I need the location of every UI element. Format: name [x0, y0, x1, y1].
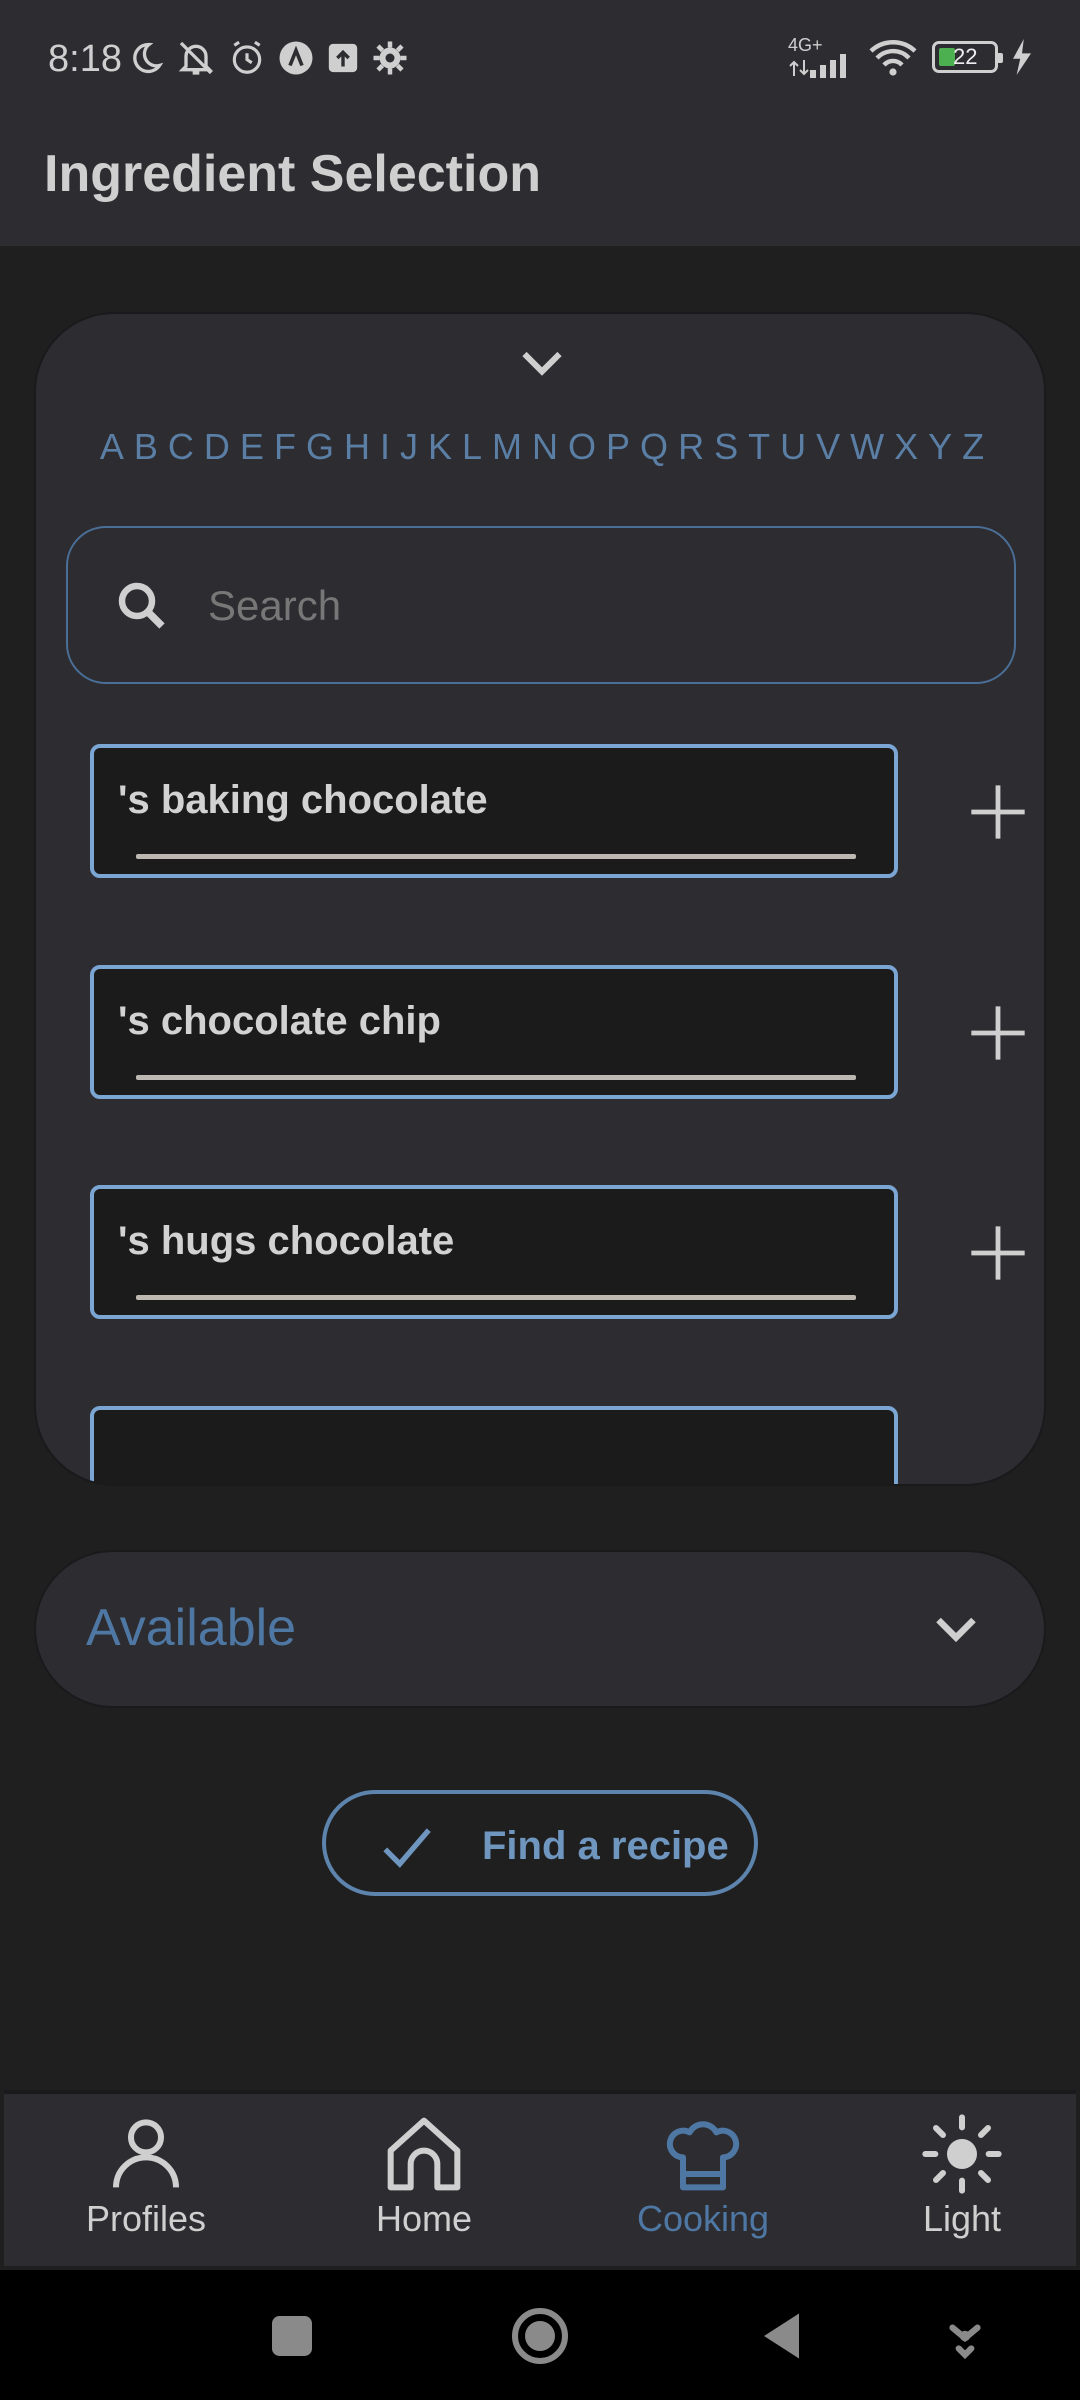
alphabet-letter[interactable]: M — [487, 426, 527, 468]
app-a-icon — [279, 41, 313, 75]
gear-icon — [373, 41, 407, 75]
alarm-icon — [232, 40, 262, 74]
alphabet-letter[interactable]: O — [563, 426, 601, 468]
home-circle-icon[interactable] — [510, 2306, 570, 2366]
alphabet-letter[interactable]: X — [889, 426, 923, 468]
bottom-navigation: Profiles Home Cooking Light — [4, 2090, 1076, 2266]
ingredient-underline — [136, 854, 856, 859]
sun-icon — [922, 2114, 1002, 2194]
alphabet-letter[interactable]: N — [527, 426, 563, 468]
chevron-down-icon — [936, 1617, 976, 1643]
status-icons-left — [128, 38, 408, 78]
alphabet-letter[interactable]: I — [375, 426, 395, 468]
alphabet-letter[interactable]: G — [301, 426, 339, 468]
alphabet-letter[interactable]: R — [673, 426, 709, 468]
alphabet-letter[interactable]: H — [339, 426, 375, 468]
recents-icon[interactable] — [262, 2306, 322, 2366]
search-field[interactable] — [66, 526, 1016, 684]
alphabet-letter[interactable]: T — [743, 426, 775, 468]
list-item: 's hugs chocolate — [36, 1185, 1044, 1325]
battery-indicator: 22 — [932, 41, 1003, 73]
ingredient-label: 's hugs chocolate — [118, 1219, 455, 1263]
ingredient-label: 's baking chocolate — [118, 778, 488, 822]
add-icon[interactable] — [966, 1221, 1030, 1285]
alphabet-letter[interactable]: C — [163, 426, 199, 468]
ingredient-chip[interactable] — [90, 1406, 898, 1484]
alphabet-letter[interactable]: K — [423, 426, 457, 468]
hide-keyboard-icon[interactable] — [940, 2306, 990, 2366]
cell-signal: 4G+ — [788, 36, 854, 78]
alphabet-letter[interactable]: Q — [635, 426, 673, 468]
nav-label-cooking: Cooking — [636, 2198, 770, 2239]
battery-level: 22 — [953, 44, 978, 69]
nav-item-profiles[interactable]: Profiles — [66, 2094, 226, 2270]
alphabet-letter[interactable]: D — [199, 426, 235, 468]
bell-off-icon — [178, 41, 214, 75]
find-recipe-button[interactable]: Find a recipe — [322, 1790, 758, 1896]
ingredient-underline — [136, 1295, 856, 1300]
wifi-icon — [869, 40, 917, 76]
alphabet-letter[interactable]: E — [235, 426, 269, 468]
app-bar: Ingredient Selection — [0, 120, 1080, 246]
add-icon[interactable] — [966, 780, 1030, 844]
ingredient-underline — [136, 1075, 856, 1080]
alphabet-letter[interactable]: B — [129, 426, 163, 468]
check-icon — [383, 1828, 431, 1868]
alphabet-letter[interactable]: W — [845, 426, 889, 468]
alphabet-letter[interactable]: S — [709, 426, 743, 468]
alphabet-letter[interactable]: A — [95, 426, 129, 468]
signal-icon — [789, 54, 846, 78]
collapse-chevron-icon[interactable] — [512, 334, 572, 394]
alphabet-letter[interactable]: F — [269, 426, 301, 468]
ingredient-label: 's chocolate chip — [118, 999, 441, 1043]
alphabet-letter[interactable]: U — [775, 426, 811, 468]
upload-icon — [328, 43, 358, 73]
nav-item-cooking[interactable]: Cooking — [618, 2094, 788, 2270]
ingredient-list[interactable]: 's baking chocolate 's chocolate chip 's… — [36, 744, 1044, 1484]
home-icon — [387, 2117, 461, 2191]
status-time: 8:18 — [48, 38, 122, 80]
ingredient-chip[interactable]: 's hugs chocolate — [90, 1185, 898, 1319]
status-bar: 8:18 4G+ 22 — [0, 0, 1080, 120]
nav-label-light: Light — [922, 2198, 1002, 2239]
chef-hat-icon — [666, 2121, 740, 2191]
ingredient-selection-card: ABCDEFGHIJKLMNOPQRSTUVWXYZ 's baking cho… — [34, 312, 1046, 1486]
find-recipe-label: Find a recipe — [482, 1824, 729, 1868]
list-item: 's baking chocolate — [36, 744, 1044, 884]
nav-item-home[interactable]: Home — [344, 2094, 504, 2270]
alphabet-letter[interactable]: L — [457, 426, 487, 468]
alphabet-letter[interactable]: Z — [957, 426, 989, 468]
alphabet-index: ABCDEFGHIJKLMNOPQRSTUVWXYZ — [36, 426, 1044, 468]
list-item: 's chocolate chip — [36, 965, 1044, 1105]
list-item-partial — [36, 1406, 1044, 1484]
alphabet-letter[interactable]: V — [811, 426, 845, 468]
page-title: Ingredient Selection — [44, 145, 541, 203]
person-icon — [113, 2119, 179, 2188]
search-icon — [118, 582, 165, 629]
back-icon[interactable] — [754, 2306, 814, 2366]
alphabet-letter[interactable]: J — [395, 426, 423, 468]
nav-item-light[interactable]: Light — [882, 2094, 1042, 2270]
status-icons-right: 4G+ 22 — [788, 36, 1032, 78]
charging-icon — [1013, 39, 1031, 75]
alphabet-letter[interactable]: Y — [923, 426, 957, 468]
alphabet-letter[interactable]: P — [601, 426, 635, 468]
available-dropdown[interactable]: Available — [34, 1550, 1046, 1708]
nav-label-home: Home — [375, 2198, 473, 2239]
add-icon[interactable] — [966, 1001, 1030, 1065]
system-navigation-bar — [0, 2270, 1080, 2400]
available-label: Available — [86, 1599, 297, 1657]
ingredient-chip[interactable]: 's baking chocolate — [90, 744, 898, 878]
moon-icon — [133, 42, 164, 74]
ingredient-chip[interactable]: 's chocolate chip — [90, 965, 898, 1099]
nav-label-profiles: Profiles — [85, 2198, 207, 2239]
search-input[interactable] — [208, 574, 968, 638]
network-type: 4G+ — [788, 35, 823, 55]
